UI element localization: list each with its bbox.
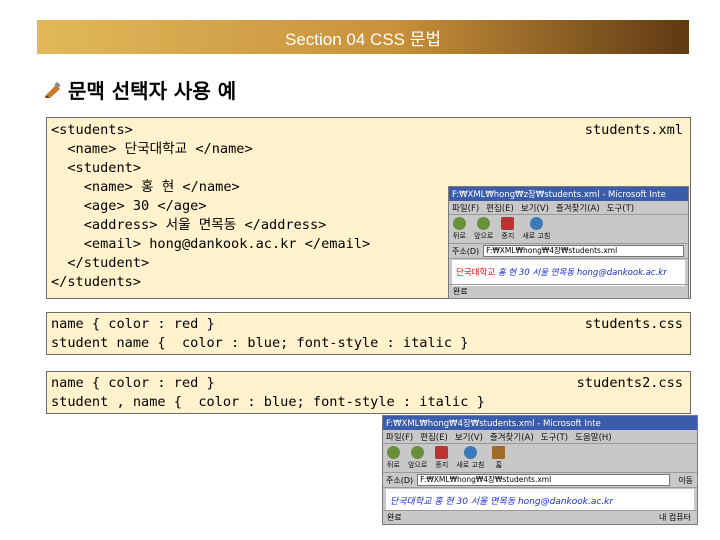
menu-item-edit[interactable]: 편집(E) (486, 202, 514, 214)
menu-item-favorites[interactable]: 즐겨찾기(A) (490, 431, 534, 443)
refresh-button[interactable]: 새로 고침 (456, 446, 484, 470)
rendered-blue-text: 홍 현 30 서울 면목동 hong@dankook.ac.kr (497, 268, 667, 278)
slide-heading-text: 문맥 선택자 사용 예 (68, 79, 237, 103)
browser-status-bar: 완료 내 컴퓨터 (383, 510, 697, 524)
css-filename-1: students.css (584, 316, 683, 332)
forward-icon (477, 217, 491, 230)
address-input[interactable]: F:₩XML₩hong₩4장₩students.xml (417, 474, 671, 486)
xml-filename: students.xml (584, 122, 683, 138)
back-icon (453, 217, 466, 230)
menu-item-file[interactable]: 파일(F) (452, 202, 479, 214)
browser-title: F:₩XML₩hong₩4장₩students.xml - Microsoft … (386, 419, 601, 429)
section-title-bar: Section 04 CSS 문법 (37, 20, 689, 54)
menu-item-help[interactable]: 도움말(H) (575, 431, 611, 443)
code-line: name { color : red } (51, 375, 215, 391)
code-line: </students> (51, 274, 142, 290)
browser-content: 단국대학교 홍 현 30 서울 면목동 hong@dankook.ac.kr (386, 489, 694, 511)
css-code-box-2: students2.css name { color : red } stude… (46, 371, 691, 414)
rendered-output: 단국대학교 홍 현 30 서울 면목동 hong@dankook.ac.kr (456, 266, 667, 278)
status-zone: 내 컴퓨터 (659, 513, 691, 522)
code-line: <email> hong@dankook.ac.kr </email> (51, 236, 371, 252)
pencil-bullet-icon (45, 81, 61, 98)
code-line: </student> (51, 255, 150, 271)
browser-toolbar: 뒤로 앞으로 중지 새로 고침 (449, 215, 688, 244)
refresh-button[interactable]: 새로 고침 (522, 217, 550, 241)
browser-content: 단국대학교 홍 현 30 서울 면목동 hong@dankook.ac.kr (452, 260, 685, 286)
browser-toolbar: 뒤로 앞으로 중지 새로 고침 홈 (383, 444, 697, 473)
stop-icon (501, 217, 515, 230)
forward-button[interactable]: 앞으로 (408, 446, 427, 470)
menu-item-view[interactable]: 보기(V) (455, 431, 483, 443)
refresh-icon (529, 217, 543, 230)
code-line: <age> 30 </age> (51, 198, 207, 214)
home-button[interactable]: 홈 (492, 446, 506, 470)
browser-title: F:₩XML₩hong₩z장₩students.xml - Microsoft … (452, 190, 666, 200)
browser-address-bar: 주소(D) F:₩XML₩hong₩4장₩students.xml (449, 244, 688, 259)
section-title: Section 04 CSS 문법 (284, 29, 442, 49)
stop-button[interactable]: 중지 (435, 446, 449, 470)
menu-item-tools[interactable]: 도구(T) (607, 202, 634, 214)
forward-icon (411, 446, 425, 459)
stop-icon (435, 446, 449, 459)
css-filename-2: students2.css (576, 375, 683, 391)
slide-heading: 문맥 선택자 사용 예 (44, 75, 236, 104)
menu-item-view[interactable]: 보기(V) (521, 202, 549, 214)
code-line: <students> (51, 122, 133, 138)
browser-title-bar: F:₩XML₩hong₩4장₩students.xml - Microsoft … (383, 416, 697, 430)
browser-menu-bar: 파일(F) 편집(E) 보기(V) 즐겨찾기(A) 도구(T) (449, 201, 688, 215)
forward-button[interactable]: 앞으로 (474, 217, 493, 241)
browser-menu-bar: 파일(F) 편집(E) 보기(V) 즐겨찾기(A) 도구(T) 도움말(H) (383, 430, 697, 444)
home-icon (492, 446, 506, 459)
address-input[interactable]: F:₩XML₩hong₩4장₩students.xml (483, 245, 684, 257)
menu-item-tools[interactable]: 도구(T) (541, 431, 568, 443)
code-line: <address> 서울 면목동 </address> (51, 217, 327, 233)
code-line: <student> (51, 160, 142, 176)
browser-status-bar: 완료 (449, 284, 688, 298)
status-text: 완료 (453, 287, 468, 296)
code-line: <name> 홍 현 </name> (51, 179, 240, 195)
code-line: name { color : red } (51, 316, 215, 332)
browser-title-bar: F:₩XML₩hong₩z장₩students.xml - Microsoft … (449, 187, 688, 201)
code-line: student name { color : blue; font-style … (51, 335, 469, 351)
rendered-red-text: 단국대학교 (456, 268, 496, 278)
stop-button[interactable]: 중지 (501, 217, 515, 241)
menu-item-edit[interactable]: 편집(E) (420, 431, 448, 443)
go-button[interactable]: 이동 (678, 475, 693, 486)
back-button[interactable]: 뒤로 (387, 446, 400, 470)
rendered-blue-text: 단국대학교 홍 현 30 서울 면목동 hong@dankook.ac.kr (390, 497, 614, 507)
back-button[interactable]: 뒤로 (453, 217, 466, 241)
address-label: 주소(D) (386, 475, 414, 485)
menu-item-favorites[interactable]: 즐겨찾기(A) (556, 202, 600, 214)
code-line: student , name { color : blue; font-styl… (51, 394, 485, 410)
code-line: <name> 단국대학교 </name> (51, 141, 253, 157)
browser-window-1: F:₩XML₩hong₩z장₩students.xml - Microsoft … (448, 186, 689, 299)
browser-window-2: F:₩XML₩hong₩4장₩students.xml - Microsoft … (382, 415, 698, 525)
address-label: 주소(D) (452, 246, 480, 256)
css-code-box-1: students.css name { color : red } studen… (46, 312, 691, 355)
menu-item-file[interactable]: 파일(F) (386, 431, 413, 443)
back-icon (387, 446, 400, 459)
status-text: 완료 (387, 513, 402, 522)
refresh-icon (463, 446, 477, 459)
browser-address-bar: 주소(D) F:₩XML₩hong₩4장₩students.xml 이동 (383, 473, 697, 488)
